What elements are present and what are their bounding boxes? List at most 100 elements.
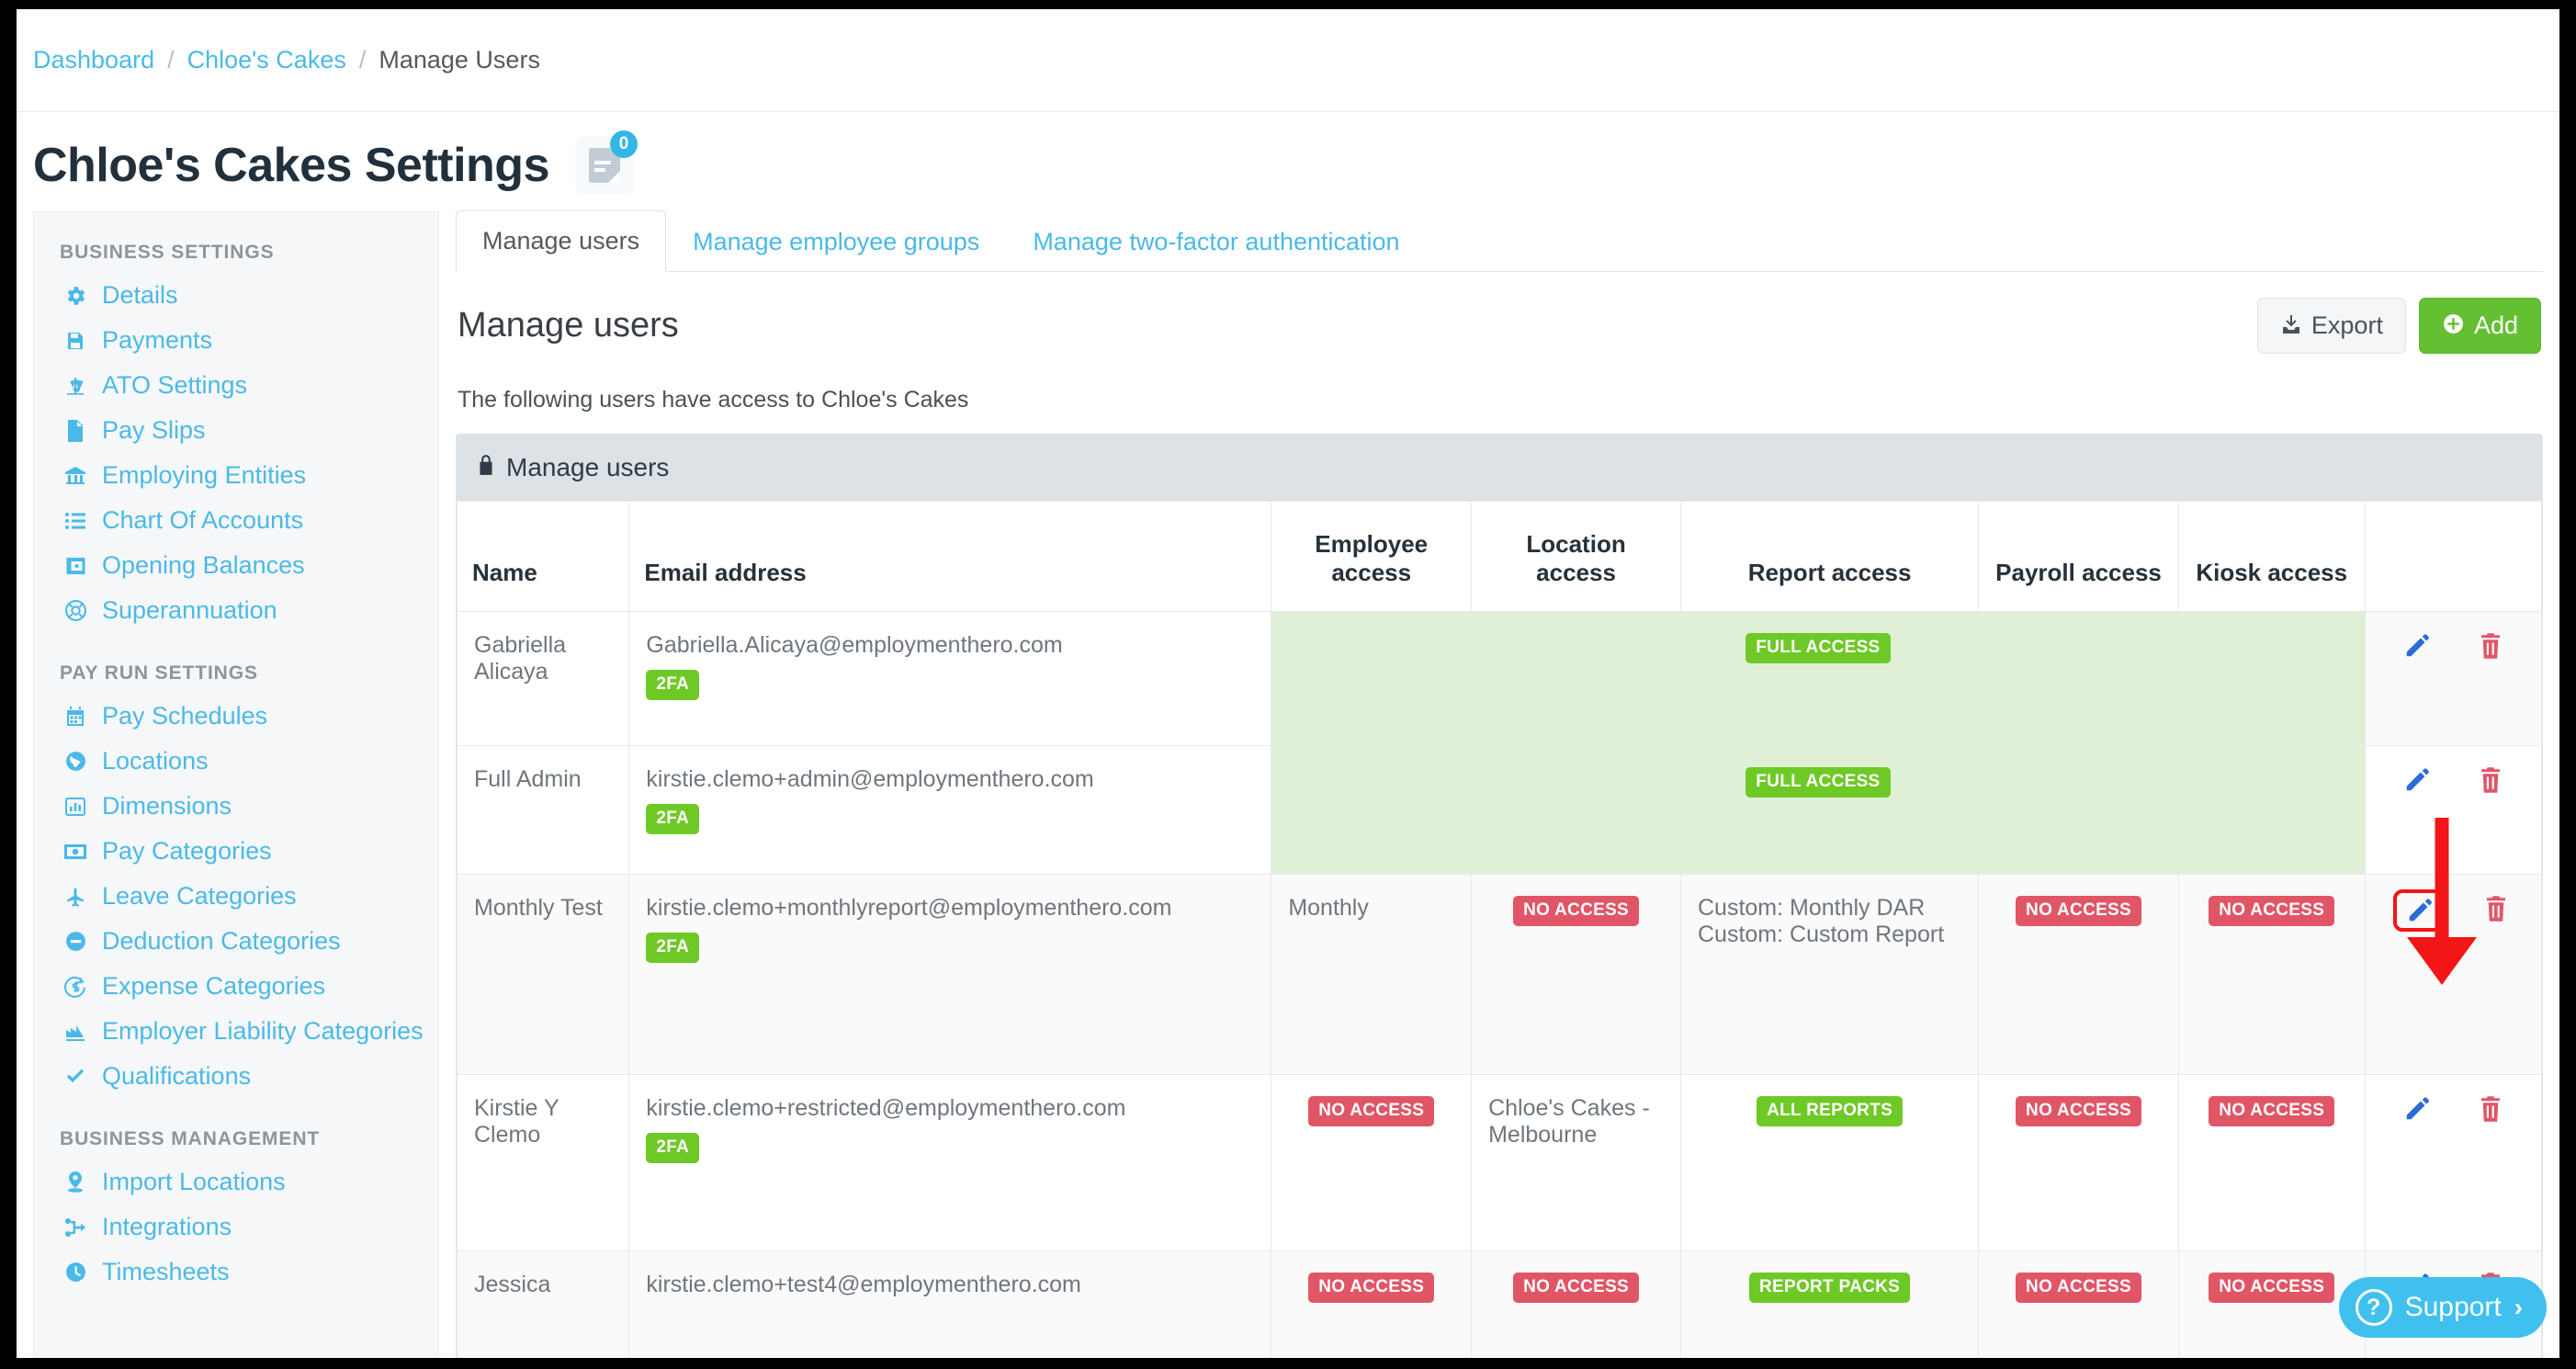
sidebar-item-label: Pay Categories xyxy=(102,837,272,866)
support-button[interactable]: ? Support › xyxy=(2339,1277,2547,1338)
cell-email: kirstie.clemo+test4@employmenthero.com xyxy=(629,1251,1271,1359)
delete-trash-icon[interactable] xyxy=(2478,1095,2503,1123)
sidebar-item-label: Payments xyxy=(102,326,212,355)
tab-bar: Manage users Manage employee groups Mana… xyxy=(456,211,2543,272)
sidebar-item-label: Dimensions xyxy=(102,792,232,820)
cell-name: Full Admin xyxy=(458,746,629,875)
sidebar-item-ato-settings[interactable]: ATO Settings xyxy=(34,363,438,408)
cell-report-access: ALL REPORTS xyxy=(1681,1075,1979,1251)
cell-email: kirstie.clemo+admin@employmenthero.com 2… xyxy=(629,746,1271,875)
sidebar-item-payments[interactable]: Payments xyxy=(34,318,438,363)
cell-report-access: Custom: Monthly DAR Custom: Custom Repor… xyxy=(1681,875,1979,1075)
share-nodes-icon xyxy=(60,1216,91,1239)
cell-email: Gabriella.Alicaya@employmenthero.com 2FA xyxy=(629,612,1271,746)
column-header-name: Name xyxy=(458,502,629,612)
section-header: Manage users Export Add xyxy=(456,272,2543,363)
no-access-badge: NO ACCESS xyxy=(2016,896,2141,926)
no-access-badge: NO ACCESS xyxy=(2209,1096,2334,1126)
tab-manage-two-factor-authentication[interactable]: Manage two-factor authentication xyxy=(1006,211,1426,272)
sidebar-item-expense-categories[interactable]: Expense Categories xyxy=(34,964,438,1009)
clock-icon xyxy=(60,1261,91,1284)
chart-bars-icon xyxy=(60,1022,91,1042)
lead-text: The following users have access to Chloe… xyxy=(456,363,2543,434)
sidebar-item-employing-entities[interactable]: Employing Entities xyxy=(34,453,438,498)
sidebar-group-heading-business-settings: BUSINESS SETTINGS xyxy=(34,232,438,273)
breadcrumb-separator: / xyxy=(167,46,175,74)
sidebar-item-pay-slips[interactable]: Pay Slips xyxy=(34,408,438,453)
sidebar-item-superannuation[interactable]: Superannuation xyxy=(34,588,438,633)
cell-employee-access: Monthly xyxy=(1271,875,1472,1075)
table-row: Gabriella Alicaya Gabriella.Alicaya@empl… xyxy=(458,612,2542,746)
no-access-badge: NO ACCESS xyxy=(1513,1273,1639,1303)
life-ring-icon xyxy=(60,599,91,622)
panel-header: Manage users xyxy=(457,435,2542,501)
bank-icon xyxy=(60,465,91,487)
no-access-badge: NO ACCESS xyxy=(2016,1096,2141,1126)
sidebar-item-deduction-categories[interactable]: Deduction Categories xyxy=(34,919,438,964)
sidebar-item-integrations[interactable]: Integrations xyxy=(34,1205,438,1250)
sidebar-item-leave-categories[interactable]: Leave Categories xyxy=(34,874,438,919)
cell-employee-access: NO ACCESS xyxy=(1271,1251,1472,1359)
sidebar-item-import-locations[interactable]: Import Locations xyxy=(34,1160,438,1205)
delete-trash-icon[interactable] xyxy=(2478,766,2503,794)
sidebar-item-details[interactable]: Details xyxy=(34,273,438,318)
edit-highlight-box xyxy=(2393,889,2446,932)
delete-trash-icon[interactable] xyxy=(2478,632,2503,660)
cell-actions xyxy=(2365,875,2542,1075)
edit-pencil-icon[interactable] xyxy=(2403,766,2431,794)
cell-payroll-access: NO ACCESS xyxy=(1979,1251,2179,1359)
export-button[interactable]: Export xyxy=(2257,298,2406,354)
sidebar-item-qualifications[interactable]: Qualifications xyxy=(34,1054,438,1099)
tab-manage-users[interactable]: Manage users xyxy=(456,210,666,272)
breadcrumb-item-manage-users: Manage Users xyxy=(378,46,540,74)
sidebar-item-locations[interactable]: Locations xyxy=(34,739,438,784)
breadcrumb-item-chloes-cakes[interactable]: Chloe's Cakes xyxy=(187,46,346,74)
cell-full-access: FULL ACCESS xyxy=(1271,612,2365,746)
edit-pencil-icon[interactable] xyxy=(2406,897,2434,924)
section-actions: Export Add xyxy=(2257,298,2541,354)
sidebar-item-label: Expense Categories xyxy=(102,972,325,1001)
sidebar-item-timesheets[interactable]: Timesheets xyxy=(34,1250,438,1295)
twofa-badge: 2FA xyxy=(646,1133,699,1163)
edit-pencil-icon[interactable] xyxy=(2403,1095,2431,1123)
sidebar-item-employer-liability-categories[interactable]: Employer Liability Categories xyxy=(34,1009,438,1054)
sidebar-item-label: Timesheets xyxy=(102,1258,230,1286)
twofa-badge: 2FA xyxy=(646,804,699,834)
chevron-right-icon: › xyxy=(2514,1293,2523,1322)
money-bill-icon xyxy=(60,843,91,861)
notes-button[interactable]: 0 xyxy=(575,136,634,195)
sidebar-item-pay-schedules[interactable]: Pay Schedules xyxy=(34,694,438,739)
lock-icon xyxy=(477,453,495,482)
cell-name: Gabriella Alicaya xyxy=(458,612,629,746)
sidebar-item-label: Chart Of Accounts xyxy=(102,506,303,535)
tab-manage-employee-groups[interactable]: Manage employee groups xyxy=(666,211,1006,272)
section-title: Manage users xyxy=(458,306,679,345)
plus-circle-icon xyxy=(2442,312,2465,339)
delete-trash-icon[interactable] xyxy=(2483,895,2509,922)
edit-pencil-icon[interactable] xyxy=(2403,632,2431,660)
add-button[interactable]: Add xyxy=(2419,298,2541,354)
full-access-badge: FULL ACCESS xyxy=(1746,767,1890,798)
column-header-kiosk-access: Kiosk access xyxy=(2178,502,2365,612)
plane-icon xyxy=(60,886,91,908)
sidebar-item-opening-balances[interactable]: Opening Balances xyxy=(34,543,438,588)
column-header-employee-access: Employee access xyxy=(1271,502,1472,612)
sidebar-item-dimensions[interactable]: Dimensions xyxy=(34,784,438,829)
cell-employee-access: NO ACCESS xyxy=(1271,1075,1472,1251)
sidebar-item-chart-of-accounts[interactable]: Chart Of Accounts xyxy=(34,498,438,543)
sidebar-item-label: Pay Slips xyxy=(102,416,206,445)
column-header-email: Email address xyxy=(629,502,1271,612)
cell-location-access: Chloe's Cakes - Melbourne xyxy=(1472,1075,1681,1251)
sidebar-item-label: Import Locations xyxy=(102,1168,286,1196)
cell-kiosk-access: NO ACCESS xyxy=(2178,875,2365,1075)
breadcrumb-item-dashboard[interactable]: Dashboard xyxy=(33,46,154,74)
sidebar-item-label: Employing Entities xyxy=(102,461,306,490)
dollar-circle-icon xyxy=(60,975,91,998)
export-button-label: Export xyxy=(2311,311,2383,340)
twofa-badge: 2FA xyxy=(646,933,699,963)
no-access-badge: NO ACCESS xyxy=(1513,896,1639,926)
sidebar-item-label: Opening Balances xyxy=(102,551,305,580)
sidebar-item-label: Employer Liability Categories xyxy=(102,1017,424,1046)
sidebar-item-pay-categories[interactable]: Pay Categories xyxy=(34,829,438,874)
sidebar-item-label: Integrations xyxy=(102,1213,232,1241)
